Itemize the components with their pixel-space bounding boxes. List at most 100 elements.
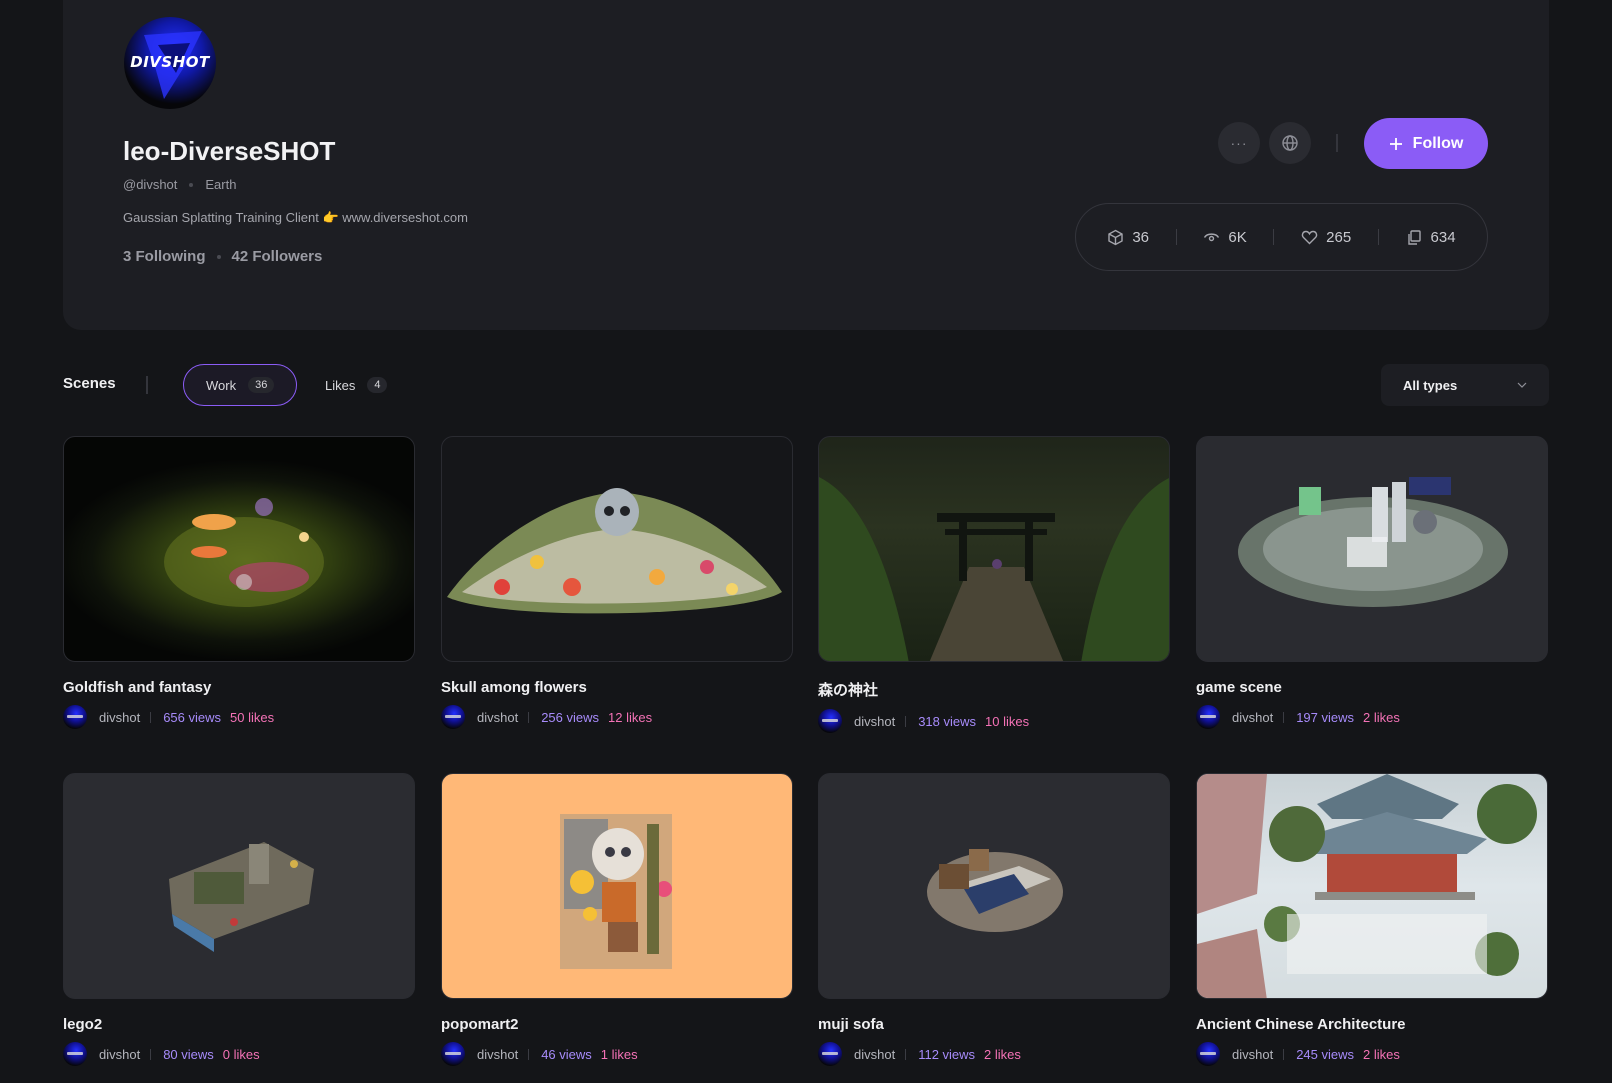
author-name[interactable]: divshot <box>1232 710 1273 725</box>
meta-divider <box>150 711 152 723</box>
meta-divider <box>1283 1048 1285 1060</box>
author-name[interactable]: divshot <box>477 1047 518 1062</box>
scene-title[interactable]: lego2 <box>63 1016 415 1033</box>
meta-divider <box>905 1048 907 1060</box>
stat-views: 6K <box>1203 228 1247 246</box>
scene-title[interactable]: game scene <box>1196 679 1548 696</box>
scene-card[interactable]: Ancient Chinese Architecture divshot 245… <box>1196 773 1548 1066</box>
scenes-divider <box>146 376 148 394</box>
scene-title[interactable]: popomart2 <box>441 1016 793 1033</box>
scene-meta: divshot 245 views 2 likes <box>1196 1042 1548 1066</box>
profile-name: leo-DiverseSHOT <box>123 136 336 166</box>
scene-meta: divshot 318 views 10 likes <box>818 709 1170 733</box>
view-count: 46 views <box>541 1046 592 1062</box>
scene-thumbnail[interactable] <box>441 436 793 662</box>
website-button[interactable] <box>1269 122 1311 164</box>
author-avatar[interactable] <box>63 705 87 729</box>
like-count: 10 likes <box>985 713 1030 729</box>
stat-divider <box>1273 229 1275 245</box>
author-avatar[interactable] <box>818 709 842 733</box>
dot-separator <box>189 182 194 187</box>
plus-icon <box>1389 137 1402 150</box>
tab-likes-count: 4 <box>367 377 388 393</box>
meta-divider <box>528 1048 530 1060</box>
stat-likes: 265 <box>1301 229 1351 246</box>
tab-likes-label: Likes <box>325 377 356 393</box>
author-name[interactable]: divshot <box>854 1047 895 1062</box>
type-filter-select[interactable]: All types <box>1381 364 1549 406</box>
view-count: 197 views <box>1296 709 1355 725</box>
scene-thumbnail[interactable] <box>63 773 415 999</box>
scene-card[interactable]: Goldfish and fantasy divshot 656 views 5… <box>63 436 415 729</box>
avatar-logo-text: DIVSHOT <box>130 53 210 71</box>
scene-title[interactable]: 森の神社 <box>818 679 1170 700</box>
author-avatar[interactable] <box>1196 705 1220 729</box>
more-options-button[interactable]: ··· <box>1218 122 1260 164</box>
author-avatar[interactable] <box>1196 1042 1220 1066</box>
scene-card[interactable]: Skull among flowers divshot 256 views 12… <box>441 436 793 729</box>
scene-card[interactable]: muji sofa divshot 112 views 2 likes <box>818 773 1170 1066</box>
scene-preview-image <box>927 849 1063 932</box>
meta-divider <box>528 711 530 723</box>
scene-meta: divshot 256 views 12 likes <box>441 705 793 729</box>
scene-preview-image <box>169 842 314 952</box>
following-link[interactable]: 3 Following <box>123 248 206 265</box>
scene-preview-image <box>447 488 782 614</box>
followers-link[interactable]: 42 Followers <box>232 248 323 265</box>
scene-title[interactable]: muji sofa <box>818 1016 1170 1033</box>
meta-divider <box>1283 711 1285 723</box>
globe-icon <box>1282 135 1298 151</box>
tab-work-label: Work <box>206 377 237 393</box>
author-avatar[interactable] <box>441 1042 465 1066</box>
more-icon: ··· <box>1230 135 1248 151</box>
scene-meta: divshot 197 views 2 likes <box>1196 705 1548 729</box>
author-name[interactable]: divshot <box>99 710 140 725</box>
stat-divider <box>1175 229 1177 245</box>
heart-icon <box>1301 230 1318 244</box>
dot-separator <box>216 254 221 259</box>
like-count: 12 likes <box>608 709 653 725</box>
scene-thumbnail[interactable] <box>818 436 1170 662</box>
scene-title[interactable]: Ancient Chinese Architecture <box>1196 1016 1548 1033</box>
scene-meta: divshot 46 views 1 likes <box>441 1042 793 1066</box>
scene-card[interactable]: popomart2 divshot 46 views 1 likes <box>441 773 793 1066</box>
author-avatar[interactable] <box>63 1042 87 1066</box>
author-name[interactable]: divshot <box>477 710 518 725</box>
scene-card[interactable]: lego2 divshot 80 views 0 likes <box>63 773 415 1066</box>
view-count: 80 views <box>163 1046 214 1062</box>
handle-row: @divshot Earth <box>123 177 236 192</box>
copy-icon <box>1407 229 1421 245</box>
like-count: 2 likes <box>984 1046 1021 1062</box>
tab-likes[interactable]: Likes 4 <box>303 364 409 406</box>
scene-title[interactable]: Skull among flowers <box>441 679 793 696</box>
tab-work[interactable]: Work 36 <box>183 364 298 406</box>
author-name[interactable]: divshot <box>99 1047 140 1062</box>
cube-icon <box>1108 229 1124 245</box>
author-name[interactable]: divshot <box>854 714 895 729</box>
author-avatar[interactable] <box>441 705 465 729</box>
scene-thumbnail[interactable] <box>1196 436 1548 662</box>
scene-thumbnail[interactable] <box>441 773 793 999</box>
scene-card[interactable]: 森の神社 divshot 318 views 10 likes <box>818 436 1170 733</box>
stat-likes-value: 265 <box>1326 228 1352 246</box>
scene-thumbnail[interactable] <box>1196 773 1548 999</box>
scene-preview-image <box>819 477 1169 661</box>
tab-work-count: 36 <box>248 377 275 393</box>
view-count: 318 views <box>918 713 977 729</box>
profile-avatar[interactable]: DIVSHOT <box>124 17 216 109</box>
author-name[interactable]: divshot <box>1232 1047 1273 1062</box>
profile-location: Earth <box>205 177 237 192</box>
follow-label: Follow <box>1412 134 1464 152</box>
stat-divider <box>1377 229 1379 245</box>
scene-thumbnail[interactable] <box>63 436 415 662</box>
chevron-down-icon <box>1517 382 1527 388</box>
author-avatar[interactable] <box>818 1042 842 1066</box>
scene-meta: divshot 656 views 50 likes <box>63 705 415 729</box>
profile-handle: @divshot <box>123 177 178 192</box>
stat-views-value: 6K <box>1228 228 1247 246</box>
scene-title[interactable]: Goldfish and fantasy <box>63 679 415 696</box>
scene-thumbnail[interactable] <box>818 773 1170 999</box>
follow-button[interactable]: Follow <box>1364 118 1488 169</box>
scene-card[interactable]: game scene divshot 197 views 2 likes <box>1196 436 1548 729</box>
view-count: 256 views <box>541 709 600 725</box>
